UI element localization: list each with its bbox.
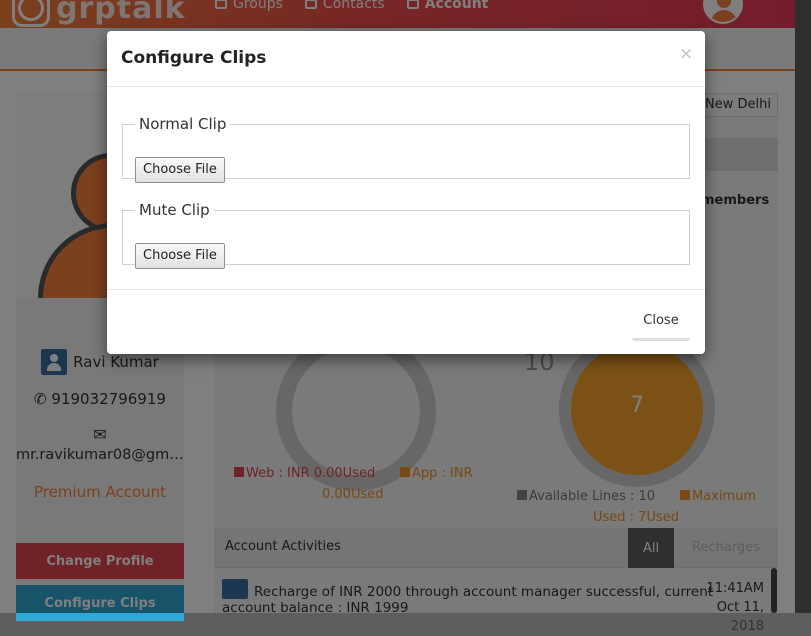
normal-clip-legend: Normal Clip <box>139 115 227 133</box>
modal-header: Configure Clips × <box>107 31 705 87</box>
modal-footer: Close <box>107 289 705 354</box>
configure-clips-modal: Configure Clips × Normal Clip Choose Fil… <box>107 31 705 354</box>
close-button[interactable]: Close <box>632 310 690 341</box>
normal-clip-choose-file-button[interactable]: Choose File <box>135 157 225 183</box>
modal-title: Configure Clips <box>121 48 267 68</box>
close-icon[interactable]: × <box>679 44 693 64</box>
mute-clip-legend: Mute Clip <box>139 201 210 219</box>
normal-clip-fieldset: Normal Clip Choose File <box>122 115 690 183</box>
mute-clip-fieldset: Mute Clip Choose File <box>122 201 690 269</box>
mute-clip-choose-file-button[interactable]: Choose File <box>135 243 225 269</box>
